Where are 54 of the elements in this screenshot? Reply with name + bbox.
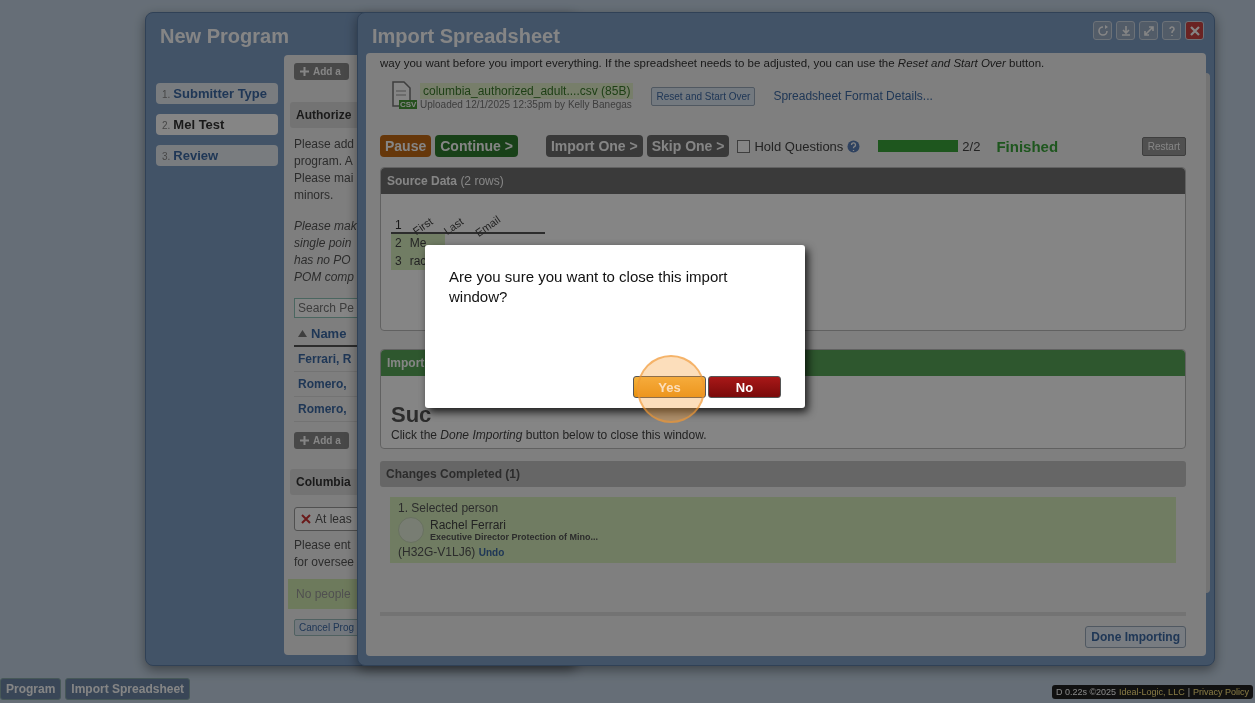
download-icon[interactable] [1116,21,1135,40]
file-name: columbia_authorized_adult....csv (85B) [420,82,634,99]
hold-questions-checkbox[interactable]: Hold Questions [737,138,844,154]
column-header: Last [441,215,466,237]
step-tab[interactable]: 2. Mel Test [156,114,278,135]
reset-button[interactable]: Reset and Start Over [651,86,756,106]
undo-link[interactable]: Undo [478,547,505,558]
footer-separator: | [1187,687,1190,697]
panel-title: Source Data [387,174,458,188]
row-number: 3 [395,254,402,268]
dialog-message: Are you sure you want to close this import window? [449,267,729,307]
column-header: First [410,214,435,238]
no-button[interactable]: No [708,376,781,398]
person-code: (H32G-V1LJ6) [398,545,476,559]
section-header: Changes Completed (1) [380,461,1186,487]
cancel-button[interactable]: Cancel Prog [294,619,360,636]
table-cell: Me [409,236,427,250]
person-title: Executive Director Protection of Mino... [430,532,599,542]
taskbar-button[interactable]: Program [0,678,62,700]
paragraph: Please mak single poin has no PO POM comp [294,218,358,286]
window-title: Import Spreadsheet [372,25,560,48]
refresh-icon[interactable] [1093,21,1112,40]
instructions-text: way you want before you import everything. If the spreadsheet needs to be adjusted, you can use the Reset and Start Over button. [380,57,1046,69]
row-count: (2 rows) [460,174,504,188]
company-link[interactable]: Ideal-Logic, LLC [1119,687,1185,697]
yes-button[interactable]: Yes [633,376,706,398]
paragraph: Please add program. A Please mai minors. [294,136,356,204]
progress-count: 2/2 [962,138,981,154]
done-importing-button[interactable]: Done Importing [1085,626,1186,648]
result-heading: Suc [391,402,433,428]
taskbar-button[interactable]: Import Spreadsheet [65,678,191,700]
row-number: 1 [395,218,402,232]
plus-icon [300,436,309,445]
format-details-link[interactable]: Spreadsheet Format Details... [773,89,933,103]
file-type-badge: CSV [399,100,418,109]
help-icon[interactable] [1162,21,1181,40]
search-field[interactable]: Search Pe [294,298,358,318]
result-message: Click the Done Importing button below to close this window. [391,428,708,442]
close-icon[interactable] [1185,21,1204,40]
progress-status: Finished [996,137,1059,155]
x-icon [301,514,311,524]
sort-icon [298,330,307,337]
row-number: 2 [395,236,402,250]
footer-text: D 0.22s ©2025 [1055,687,1117,697]
privacy-link[interactable]: Privacy Policy [1193,687,1249,697]
error-text: At leas [315,512,352,526]
help-icon [847,139,861,153]
table-cell: rac [409,254,427,268]
expand-icon[interactable] [1139,21,1158,40]
plus-icon [300,67,309,76]
window-title: New Program [160,25,289,48]
change-action: 1. Selected person [398,501,500,515]
paragraph: Please ent for oversee [294,537,356,571]
person-name: Rachel Ferrari [430,518,508,532]
